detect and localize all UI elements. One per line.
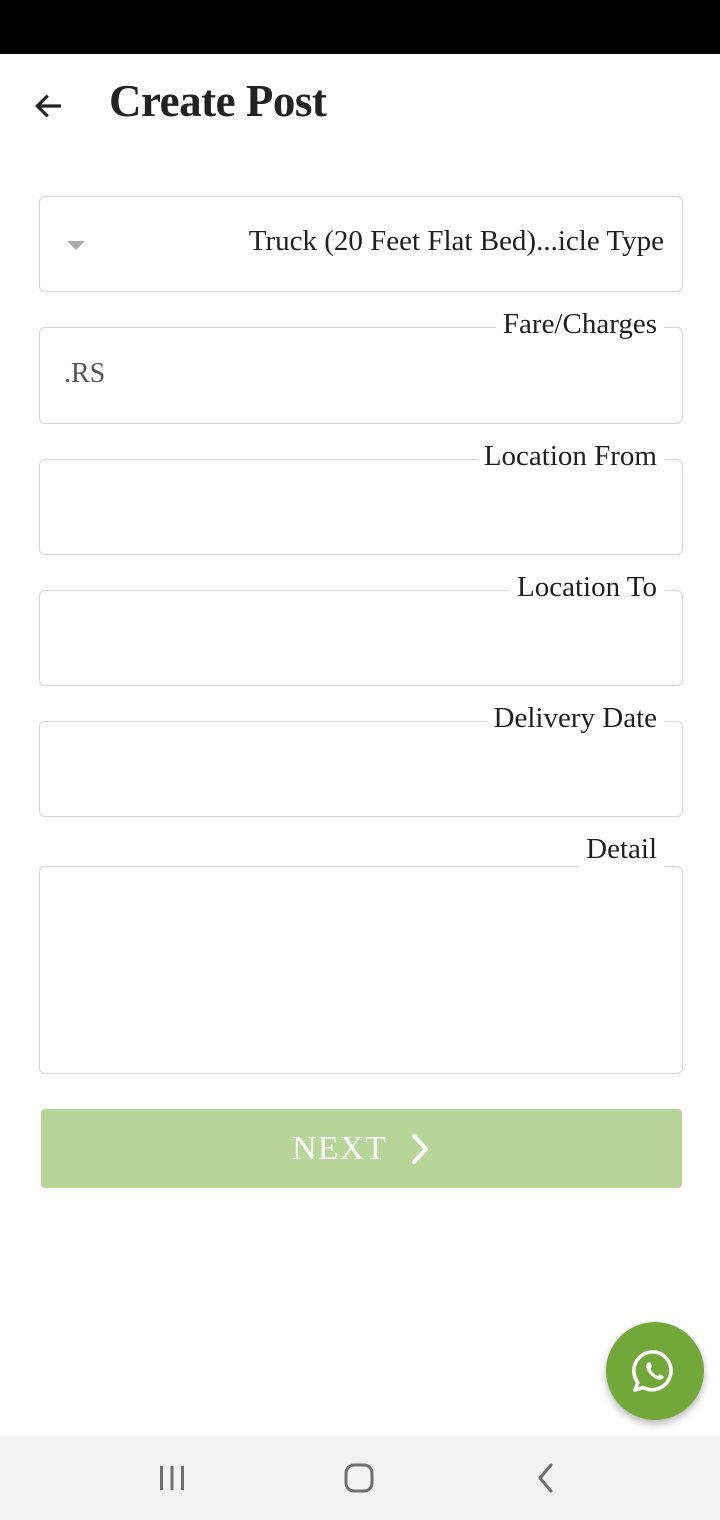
page-title: Create Post (109, 76, 327, 126)
next-button[interactable]: NEXT (41, 1109, 682, 1188)
arrow-left-icon (35, 94, 61, 118)
system-nav-bar (0, 1436, 720, 1520)
nav-home-button[interactable] (329, 1454, 389, 1502)
status-bar (0, 0, 720, 54)
detail-label: Detail (579, 831, 664, 867)
whatsapp-icon (632, 1350, 673, 1392)
location-to-field[interactable]: Location To (39, 569, 683, 686)
detail-field[interactable]: Detail (39, 831, 683, 1074)
location-from-field[interactable]: Location From (39, 438, 683, 555)
back-icon (538, 1463, 553, 1493)
delivery-date-field[interactable]: Delivery Date (39, 700, 683, 817)
chevron-right-icon (411, 1133, 428, 1164)
vehicle-type-value: Truck (20 Feet Flat Bed)...icle Type (248, 225, 664, 257)
fare-value: .RS (64, 358, 106, 389)
whatsapp-fab[interactable] (606, 1322, 704, 1420)
fare-label: Fare/Charges (495, 306, 664, 342)
caret-down-icon (67, 241, 85, 250)
delivery-date-input[interactable] (62, 722, 664, 816)
vehicle-type-select[interactable]: Truck (20 Feet Flat Bed)...icle Type (39, 196, 683, 292)
fare-field[interactable]: Fare/Charges .RS (39, 306, 683, 424)
recents-icon (160, 1466, 184, 1490)
location-to-input[interactable] (62, 591, 664, 685)
location-from-input[interactable] (62, 460, 664, 554)
app-bar: Create Post (0, 54, 720, 154)
next-label: NEXT (292, 1129, 387, 1167)
home-icon (344, 1463, 374, 1493)
back-button[interactable] (24, 82, 72, 130)
nav-recents-button[interactable] (142, 1454, 202, 1502)
nav-back-button[interactable] (516, 1454, 576, 1502)
detail-textarea[interactable] (62, 867, 664, 1073)
